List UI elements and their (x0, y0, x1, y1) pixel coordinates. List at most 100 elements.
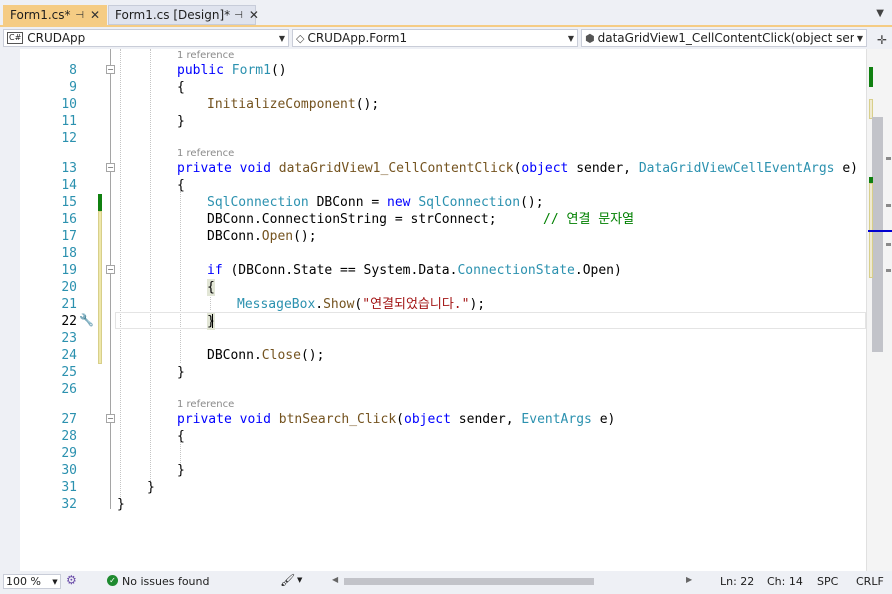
code-line[interactable]: 16 DBConn.ConnectionString = strConnect;… (0, 211, 866, 228)
code-method: Close (261, 348, 301, 363)
code-line[interactable]: 23 (0, 330, 866, 347)
horizontal-scroll-thumb[interactable] (344, 578, 594, 585)
whitespace-indicator[interactable]: SPC (817, 575, 838, 588)
class-dropdown[interactable]: ◇ CRUDApp.Form1 ▼ (292, 29, 578, 47)
line-number: 8 (69, 63, 77, 78)
line-number: 24 (61, 348, 77, 363)
code-text: sender, (450, 412, 522, 427)
project-name: CRUDApp (27, 31, 86, 45)
code-text: } (177, 365, 185, 380)
project-dropdown[interactable]: C# CRUDApp ▼ (3, 29, 289, 47)
code-text: DBConn = (308, 195, 388, 210)
code-line[interactable]: 19 if (DBConn.State == System.Data.Conne… (0, 262, 866, 279)
code-text: DBConn.ConnectionString = strConnect; (207, 212, 497, 227)
scroll-tick (886, 157, 891, 160)
chevron-down-icon[interactable]: ▼ (565, 34, 577, 43)
code-type: Form1 (231, 63, 271, 78)
code-line[interactable]: 15 SqlConnection DBConn = new SqlConnect… (0, 194, 866, 211)
code-keyword: public (177, 63, 224, 78)
line-number: 31 (61, 480, 77, 495)
live-share-icon[interactable]: ⚙ (66, 573, 77, 587)
chevron-down-icon[interactable]: ▼ (50, 578, 60, 586)
pin-icon[interactable]: ⊣ (75, 10, 84, 21)
scroll-left-icon[interactable]: ◀ (332, 575, 338, 584)
line-ending-indicator[interactable]: CRLF (856, 575, 884, 588)
horizontal-scrollbar[interactable]: ◀ ▶ (320, 574, 698, 589)
code-line[interactable]: 26 (0, 381, 866, 398)
code-line[interactable]: 11 } (0, 113, 866, 130)
code-text: (DBConn.State == System.Data. (222, 263, 458, 278)
code-line[interactable]: 30 } (0, 462, 866, 479)
issues-status[interactable]: No issues found (122, 575, 209, 588)
quick-actions-screwdriver-icon[interactable]: 🔧 (79, 313, 94, 327)
editor-status-bar: 100 % ▼ ⚙ ✓ No issues found 🖌 ▼ ◀ ▶ Ln: … (0, 571, 892, 594)
code-line-current[interactable]: 22 } (0, 313, 866, 330)
codelens-references[interactable]: 1 reference (177, 148, 234, 160)
code-line[interactable]: 32 } (0, 496, 866, 513)
close-icon[interactable]: ✕ (90, 8, 100, 22)
code-line[interactable]: 21 MessageBox.Show("연결되었습니다."); (0, 296, 866, 313)
line-number: 26 (61, 382, 77, 397)
code-line[interactable]: 13 private void dataGridView1_CellConten… (0, 160, 866, 177)
member-dropdown[interactable]: ⬢ dataGridView1_CellContentClick(object … (581, 29, 867, 47)
line-number: 12 (61, 131, 77, 146)
code-line[interactable]: 28 { (0, 428, 866, 445)
code-keyword: new (387, 195, 411, 210)
close-icon[interactable]: ✕ (249, 8, 259, 22)
code-line[interactable]: 25 } (0, 364, 866, 381)
codelens-references[interactable]: 1 reference (177, 399, 234, 411)
code-line[interactable]: 17 DBConn.Open(); (0, 228, 866, 245)
scroll-tick (886, 243, 891, 246)
scroll-right-icon[interactable]: ▶ (686, 575, 692, 584)
code-line[interactable]: 20 { (0, 279, 866, 296)
code-type: MessageBox (237, 297, 316, 312)
code-text: (); (293, 229, 317, 244)
line-number: 25 (61, 365, 77, 380)
code-type: SqlConnection (418, 195, 521, 210)
vertical-scrollbar[interactable] (866, 49, 892, 571)
code-keyword: private (177, 412, 232, 427)
chevron-down-icon[interactable]: ▼ (297, 576, 302, 584)
code-line[interactable]: 24 DBConn.Close(); (0, 347, 866, 364)
code-keyword: object (521, 161, 569, 176)
code-text: ( (396, 412, 404, 427)
code-line[interactable]: 29 (0, 445, 866, 462)
cleanup-brush-icon[interactable]: 🖌 (280, 573, 295, 587)
tab-form1-design[interactable]: Form1.cs [Design]* ⊣ ✕ (108, 5, 259, 25)
code-line[interactable]: 31 } (0, 479, 866, 496)
code-line[interactable]: 18 (0, 245, 866, 262)
line-number: 20 (61, 280, 77, 295)
code-type: EventArgs (521, 412, 592, 427)
code-editor[interactable]: − − − − 1 reference 1 reference 1 refere… (0, 49, 892, 571)
code-line[interactable]: 12 (0, 130, 866, 147)
code-type: ConnectionState (457, 263, 575, 278)
code-line[interactable]: 8 public Form1() (0, 62, 866, 79)
line-number: 22 (61, 314, 77, 329)
zoom-dropdown[interactable]: 100 % ▼ (3, 574, 61, 589)
split-editor-icon[interactable]: ✛ (877, 33, 887, 47)
codelens-references[interactable]: 1 reference (177, 50, 234, 62)
code-line[interactable]: 9 { (0, 79, 866, 96)
column-indicator[interactable]: Ch: 14 (767, 575, 803, 588)
tab-overflow-chevron-icon[interactable]: ▼ (876, 8, 884, 19)
tab-form1-cs[interactable]: Form1.cs* ⊣ ✕ (3, 5, 107, 25)
line-number: 14 (61, 178, 77, 193)
chevron-down-icon[interactable]: ▼ (276, 34, 288, 43)
line-number: 16 (61, 212, 77, 227)
tab-label: Form1.cs* (10, 8, 71, 22)
code-line[interactable]: 14 { (0, 177, 866, 194)
code-line[interactable]: 10 InitializeComponent(); (0, 96, 866, 113)
code-text: ); (469, 297, 486, 312)
code-text: } (117, 497, 125, 512)
vertical-scroll-thumb[interactable] (872, 117, 883, 352)
line-indicator[interactable]: Ln: 22 (720, 575, 754, 588)
line-number: 15 (61, 195, 77, 210)
code-text: } (147, 480, 155, 495)
code-type: SqlConnection (207, 195, 309, 210)
scroll-caret-marker (868, 230, 892, 232)
scroll-change-marker (869, 67, 873, 87)
code-text: e) (591, 412, 616, 427)
pin-icon[interactable]: ⊣ (234, 10, 243, 21)
chevron-down-icon[interactable]: ▼ (854, 34, 866, 43)
code-line[interactable]: 27 private void btnSearch_Click(object s… (0, 411, 866, 428)
